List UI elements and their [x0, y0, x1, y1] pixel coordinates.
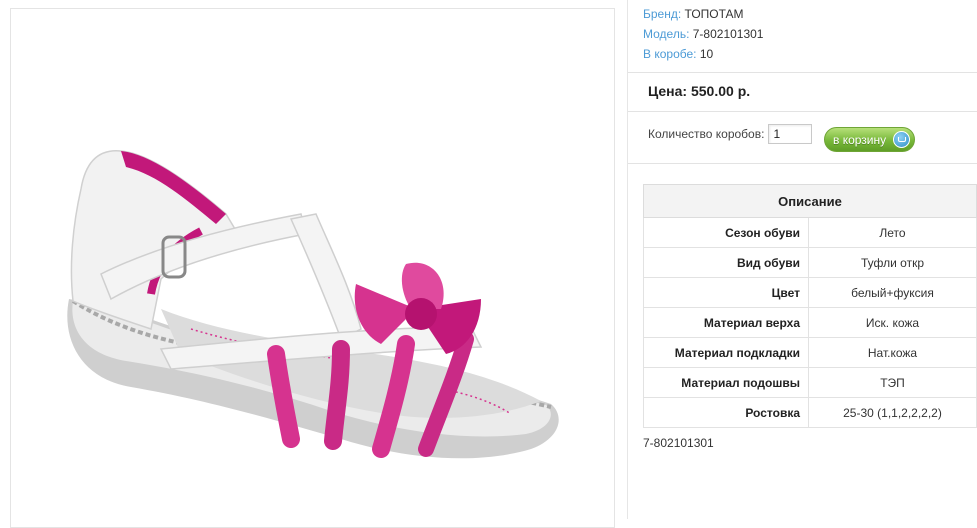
spec-value: белый+фуксия: [808, 277, 977, 308]
quantity-label: Количество коробов:: [648, 127, 765, 141]
price: Цена: 550.00 р.: [648, 83, 751, 99]
brand-value: ТОПОТАМ: [684, 7, 744, 21]
spec-key: Сезон обуви: [643, 217, 809, 248]
product-meta: Бренд: ТОПОТАМ Модель: 7-802101301 В кор…: [643, 4, 763, 64]
model-row: Модель: 7-802101301: [643, 24, 763, 44]
description-title: Описание: [643, 184, 977, 218]
column-divider: [627, 0, 628, 519]
spec-key: Ростовка: [643, 397, 809, 428]
spec-value: Нат.кожа: [808, 337, 977, 368]
table-row: Материал подошвы ТЭП: [643, 367, 977, 398]
table-row: Материал подкладки Нат.кожа: [643, 337, 977, 368]
divider-price: [628, 111, 977, 112]
spec-value: Лето: [808, 217, 977, 248]
table-row: Сезон обуви Лето: [643, 217, 977, 248]
spec-key: Материал верха: [643, 307, 809, 338]
sku-text: 7-802101301: [643, 436, 714, 450]
spec-value: 25-30 (1,1,2,2,2,2): [808, 397, 977, 428]
quantity-input[interactable]: [768, 124, 813, 144]
table-row: Вид обуви Туфли откр: [643, 247, 977, 278]
spec-key: Материал подошвы: [643, 367, 809, 398]
table-row: Ростовка 25-30 (1,1,2,2,2,2): [643, 397, 977, 428]
description-table: Описание Сезон обуви Лето Вид обуви Туфл…: [643, 184, 977, 428]
brand-row: Бренд: ТОПОТАМ: [643, 4, 763, 24]
table-row: Цвет белый+фуксия: [643, 277, 977, 308]
divider-cart: [628, 163, 977, 164]
model-label: Модель:: [643, 27, 690, 41]
model-value: 7-802101301: [692, 27, 764, 41]
spec-value: Туфли откр: [808, 247, 977, 278]
box-count-label: В коробе:: [643, 47, 697, 61]
spec-key: Вид обуви: [643, 247, 809, 278]
cart-icon: [893, 131, 910, 148]
spec-value: ТЭП: [808, 367, 977, 398]
add-to-cart-button[interactable]: в корзину: [824, 127, 915, 152]
quantity-row: Количество коробов:: [648, 124, 813, 144]
divider-top: [628, 72, 977, 73]
box-count-row: В коробе: 10: [643, 44, 763, 64]
spec-key: Цвет: [643, 277, 809, 308]
sandal-image: [67, 150, 559, 459]
product-image[interactable]: [10, 8, 615, 528]
add-to-cart-label: в корзину: [833, 132, 887, 147]
box-count-value: 10: [699, 47, 714, 61]
spec-value: Иск. кожа: [808, 307, 977, 338]
table-row: Материал верха Иск. кожа: [643, 307, 977, 338]
spec-key: Материал подкладки: [643, 337, 809, 368]
brand-label: Бренд:: [643, 7, 682, 21]
